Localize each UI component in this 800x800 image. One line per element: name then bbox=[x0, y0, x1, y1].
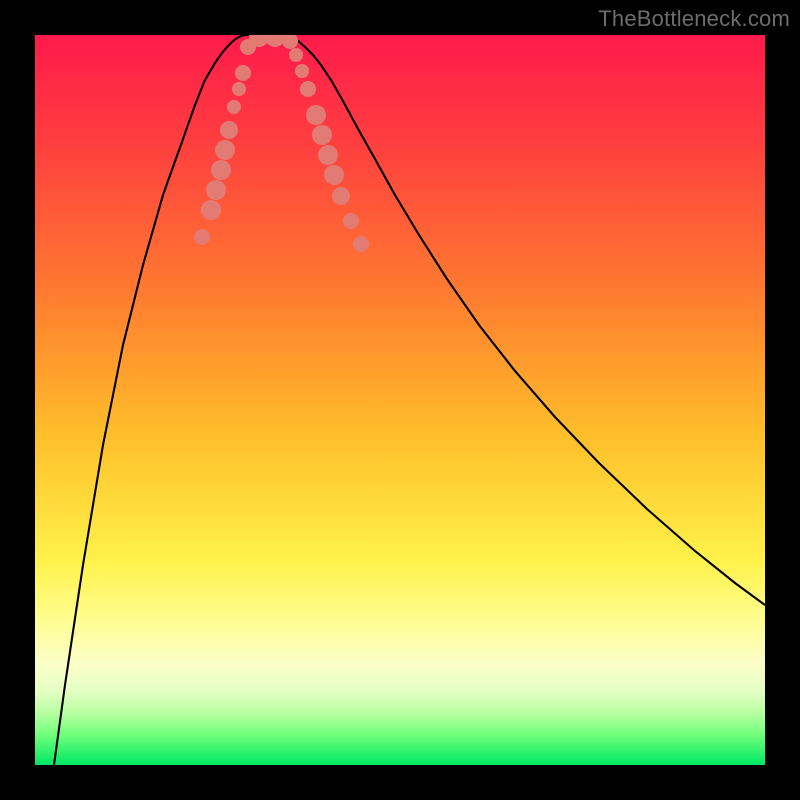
marker-point bbox=[295, 64, 309, 78]
marker-point bbox=[289, 48, 303, 62]
marker-point bbox=[215, 140, 235, 160]
marker-point bbox=[324, 165, 344, 185]
chart-svg bbox=[35, 35, 765, 765]
curve-right-branch bbox=[285, 35, 765, 605]
marker-point bbox=[194, 229, 210, 245]
marker-point bbox=[343, 213, 359, 229]
marker-point bbox=[318, 145, 338, 165]
chart-frame bbox=[35, 35, 765, 765]
marker-points bbox=[194, 35, 369, 252]
marker-point bbox=[332, 187, 350, 205]
marker-point bbox=[306, 105, 326, 125]
marker-point bbox=[312, 125, 332, 145]
marker-point bbox=[282, 35, 298, 49]
marker-point bbox=[206, 180, 226, 200]
marker-point bbox=[353, 236, 369, 252]
watermark-text: TheBottleneck.com bbox=[598, 6, 790, 32]
marker-point bbox=[211, 160, 231, 180]
curve-left-branch bbox=[54, 35, 245, 765]
marker-point bbox=[300, 81, 316, 97]
marker-point bbox=[220, 121, 238, 139]
marker-point bbox=[235, 65, 251, 81]
marker-point bbox=[201, 200, 221, 220]
marker-point bbox=[232, 82, 246, 96]
marker-point bbox=[227, 100, 241, 114]
